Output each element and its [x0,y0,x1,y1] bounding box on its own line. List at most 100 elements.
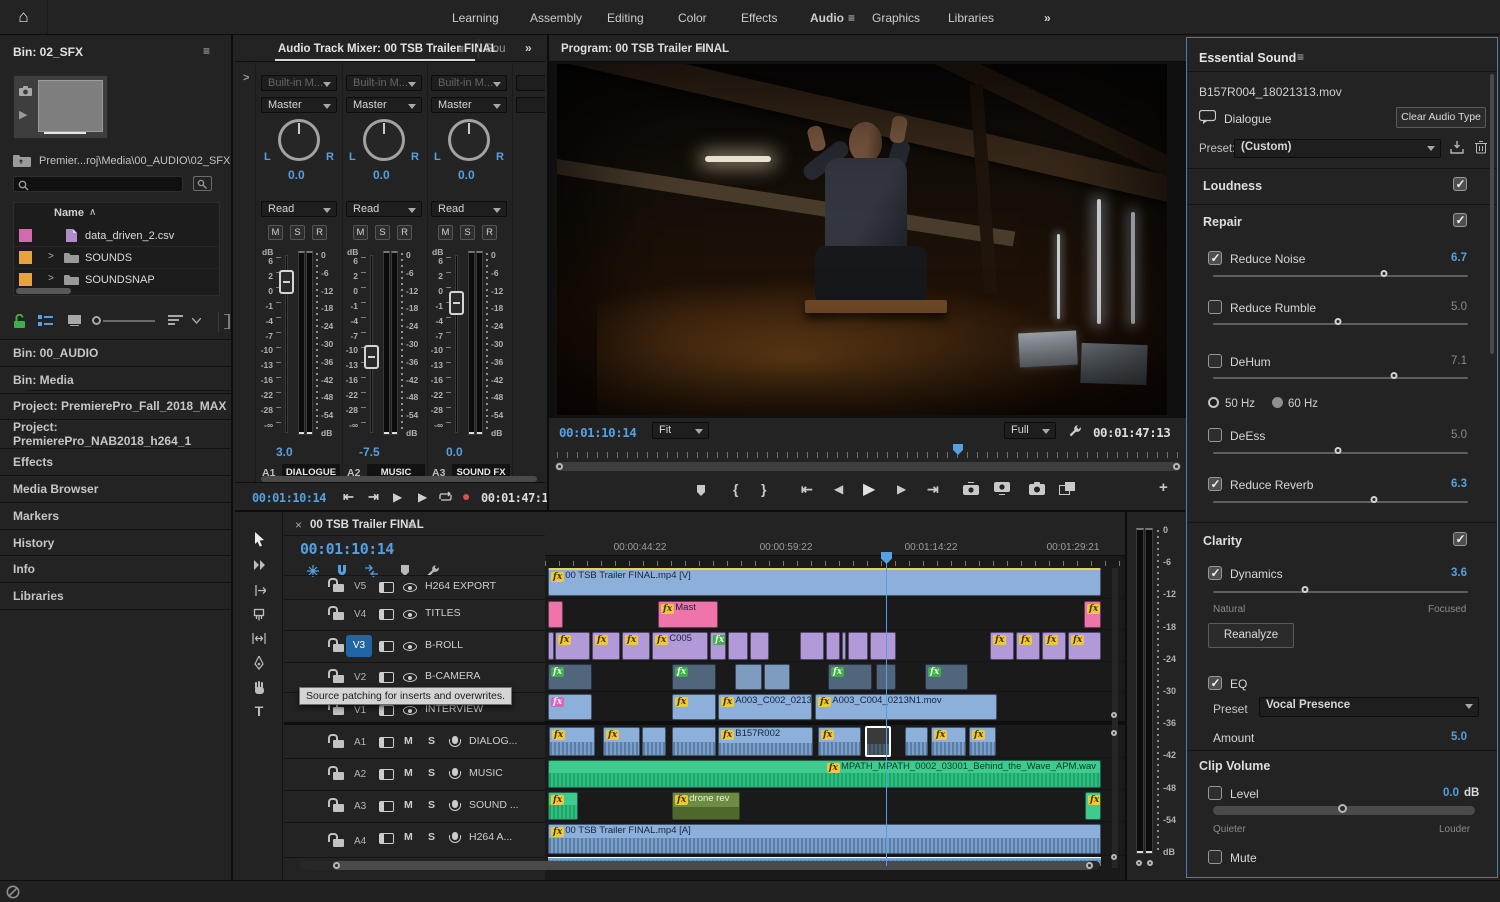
zoom-level-select[interactable]: Fit [652,422,709,439]
tab-editing[interactable]: Editing [607,11,644,25]
track-id-v1[interactable]: V1 [354,705,366,716]
eq-checkbox[interactable] [1208,676,1222,690]
slider-handle[interactable] [1334,318,1341,325]
clip-v1-a003-c002[interactable]: fxA003_C002_0213 [718,694,812,720]
track-mute-button[interactable]: M [404,767,413,779]
program-h-scrollbar[interactable] [555,462,1181,471]
clip[interactable]: fx [1068,632,1101,660]
scrollbar-handle[interactable] [1111,730,1117,736]
zoom-slider-track[interactable] [103,320,155,322]
panel-tab[interactable]: Effects [0,448,233,475]
clip[interactable]: fx [555,632,590,660]
scrollbar-handle[interactable] [1111,712,1117,718]
clarity-checkbox[interactable] [1453,532,1467,546]
repair-section-header[interactable]: Repair [1203,215,1242,229]
bin-thumbnail[interactable]: ▶ [13,75,108,139]
source-patch-icon[interactable] [379,641,394,652]
track-id-a1[interactable]: A1 [354,737,366,748]
clip[interactable]: fx [969,727,996,756]
scrollbar-handle[interactable] [1086,862,1093,869]
hz60-radio[interactable] [1272,397,1283,408]
label-color-chip[interactable] [19,251,32,264]
essential-sound-menu-icon[interactable]: ≡ [1297,50,1304,64]
dynamics-checkbox[interactable] [1208,566,1222,580]
clip-a2-music[interactable]: fxMPATH_MPATH_0002_03001_Behind_the_Wave… [548,760,1101,788]
clip[interactable]: fx [548,664,592,690]
label-color-chip[interactable] [19,229,32,242]
clip[interactable]: fx [1016,632,1040,660]
chevron-down-icon[interactable] [192,318,201,324]
loudness-checkbox[interactable] [1453,177,1467,191]
thumbnail-view-icon[interactable] [68,315,81,326]
pan-value[interactable]: 0.0 [288,168,305,182]
slider-handle[interactable] [1391,372,1398,379]
program-current-timecode[interactable]: 00:01:10:14 [559,425,636,440]
lock-icon[interactable] [333,707,344,715]
search-bins-button[interactable] [193,176,212,191]
track-header-v5[interactable]: V5 H264 EXPORT [284,575,545,599]
panel-tab[interactable]: Libraries [0,582,233,609]
pan-knob[interactable] [278,119,320,161]
mixer-current-timecode[interactable]: 00:01:10:14 [252,491,326,505]
output-select[interactable]: Master [431,97,507,113]
bin-panel-menu-icon[interactable]: ≡ [203,44,210,58]
clip-a1-b157[interactable]: fxB157R002 [718,727,813,756]
clip-v5[interactable]: fx00 TSB Trailer FINAL.mp4 [V] [548,568,1101,596]
record-icon[interactable]: ● [462,488,470,504]
clip-v4-mast[interactable]: fxMast [658,601,718,628]
label-color-chip[interactable] [19,273,32,286]
timeline-panel-menu-icon[interactable]: ≡ [408,518,415,532]
disclosure-icon[interactable]: > [48,251,54,262]
meter-indicator[interactable] [1147,860,1153,866]
fader-handle[interactable] [449,291,464,315]
track-header-v4[interactable]: V4 TITLES [284,600,545,629]
mixer-tab-overflow-icon[interactable]: » [525,41,532,55]
tab-graphics[interactable]: Graphics [872,11,920,25]
slider-handle[interactable] [1334,447,1341,454]
mute-checkbox[interactable] [1208,850,1222,864]
clip-v1-a003-c004[interactable]: fxA003_C004_0213N1.mov [815,694,997,720]
clip[interactable]: fx [1085,792,1101,820]
dehum-slider[interactable] [1213,377,1468,379]
mixer-h-scrollbar[interactable] [261,476,537,482]
track-output-eye-icon[interactable] [403,673,417,682]
automation-mode-select[interactable]: Read [261,201,337,217]
scrollbar-handle[interactable] [1111,854,1117,860]
play-button-icon[interactable]: ▶ [863,479,875,499]
record-arm-button[interactable]: R [482,225,497,240]
scrollbar-handle[interactable] [556,463,563,470]
lock-icon[interactable] [333,612,344,620]
clip[interactable] [735,664,762,690]
clip[interactable]: fx [710,632,726,660]
disclosure-icon[interactable]: > [48,273,54,284]
track-header-a4[interactable]: A4 M S H264 A... [284,823,545,856]
zoom-slider-handle[interactable] [92,316,101,325]
track-output-eye-icon[interactable] [403,610,417,619]
solo-button[interactable]: S [290,225,305,240]
preview-play-icon[interactable]: ▶ [19,108,27,121]
clear-audio-type-button[interactable]: Clear Audio Type [1396,107,1486,128]
level-slider[interactable] [1213,806,1475,815]
hz50-radio[interactable] [1208,397,1219,408]
clip[interactable]: fx [1042,632,1066,660]
automation-mode-select[interactable]: Read [431,201,507,217]
timeline-clip-area[interactable]: 00:00:44:22 00:00:59:22 00:01:14:22 00:0… [545,512,1125,880]
track-output-eye-icon[interactable] [403,706,417,715]
track-id-v2[interactable]: V2 [354,672,366,683]
track-id-v4[interactable]: V4 [354,609,366,620]
essential-sound-title[interactable]: Essential Sound [1199,51,1296,65]
clip[interactable] [728,632,748,660]
track-name-a2[interactable]: MUSIC [469,767,503,779]
item-name[interactable]: SOUNDS [85,252,132,264]
output-select[interactable]: Master [261,97,337,113]
fader-value[interactable]: 0.0 [446,445,463,459]
clip[interactable]: fx [592,632,620,660]
clip[interactable] [842,632,846,660]
record-arm-button[interactable]: R [397,225,412,240]
slider-handle[interactable] [1370,496,1377,503]
mark-in-icon[interactable]: { [733,481,738,497]
program-panel-menu-icon[interactable]: ≡ [697,42,704,56]
clip[interactable] [750,632,769,660]
track-name-v4[interactable]: TITLES [425,607,461,619]
amount-value[interactable]: 5.0 [1451,731,1467,743]
